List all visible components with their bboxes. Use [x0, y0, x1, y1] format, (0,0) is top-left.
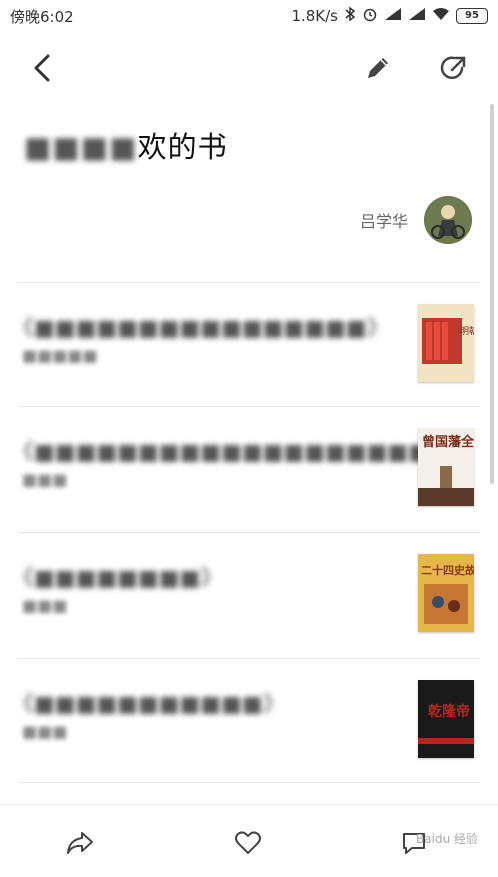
- cover-label: 曾国藩全传: [422, 434, 474, 450]
- book-item[interactable]: 《■■■■■■■■》 ■■■ 二十四史故事: [0, 532, 498, 656]
- author-name[interactable]: 吕学华: [360, 208, 408, 232]
- page-title-blurred: ■■■■: [24, 130, 138, 164]
- back-button[interactable]: [24, 48, 60, 88]
- book-cover: 乾隆帝: [418, 680, 474, 758]
- cover-label: 二十四史故事: [421, 563, 474, 577]
- scrollbar[interactable]: [490, 104, 494, 484]
- battery-indicator: 95: [456, 8, 488, 24]
- forward-icon: [67, 832, 93, 854]
- page-title-visible: 欢的书: [137, 130, 228, 164]
- cover-label: 乾隆帝: [428, 703, 470, 720]
- book-item[interactable]: 《■■■■■■■■■■■》 ■■■ 乾隆帝: [0, 658, 498, 782]
- edit-button[interactable]: [360, 50, 396, 86]
- book-cover: 明朝那些事儿: [418, 304, 498, 382]
- book-item[interactable]: 《■■■■■■■■■■■■■■■■■■■》 ■■■ 曾国藩全传: [0, 406, 498, 530]
- chevron-left-icon: [34, 54, 50, 82]
- signal-icon: [384, 7, 402, 25]
- avatar[interactable]: [424, 196, 472, 244]
- book-title: 《■■■■■■■■■■■》: [12, 692, 285, 717]
- heart-icon: [235, 831, 261, 854]
- signal-icon-2: [408, 7, 426, 25]
- watermark: Baidu 经验: [416, 832, 478, 846]
- alarm-icon: [362, 6, 378, 26]
- pencil-icon: [368, 58, 388, 78]
- share-button[interactable]: [434, 50, 472, 88]
- book-author: ■■■■■: [22, 346, 98, 365]
- status-bar: 傍晚6:02 1.8K/s 95: [0, 0, 498, 32]
- book-author: ■■■: [22, 470, 68, 489]
- status-time: 傍晚6:02: [10, 7, 74, 26]
- book-title: 《■■■■■■■■■■■■■■■■■■■》: [12, 440, 451, 465]
- book-item[interactable]: 《■■■■■■■■■■■■■■■■》 ■■■■■ 明朝那些事儿: [0, 282, 498, 406]
- like-button[interactable]: [228, 823, 268, 863]
- page-title: ■■■■欢的书: [24, 124, 228, 166]
- author-row[interactable]: 吕学华: [360, 196, 472, 244]
- divider: [18, 782, 480, 783]
- share-out-icon: [440, 56, 466, 80]
- book-title: 《■■■■■■■■■■■■■■■■》: [12, 316, 389, 341]
- wifi-icon: [432, 7, 450, 25]
- forward-share-button[interactable]: [60, 823, 100, 863]
- book-title: 《■■■■■■■■》: [12, 566, 223, 591]
- book-author: ■■■: [22, 596, 68, 615]
- avatar-image: [424, 196, 472, 244]
- status-icons: 1.8K/s 95: [291, 6, 488, 26]
- cover-label: 明朝那些事儿: [460, 325, 474, 337]
- book-cover: 二十四史故事: [418, 554, 487, 632]
- book-cover: 曾国藩全传: [418, 428, 487, 506]
- book-author: ■■■: [22, 722, 68, 741]
- bluetooth-icon: [344, 6, 356, 26]
- network-speed: 1.8K/s: [291, 7, 338, 25]
